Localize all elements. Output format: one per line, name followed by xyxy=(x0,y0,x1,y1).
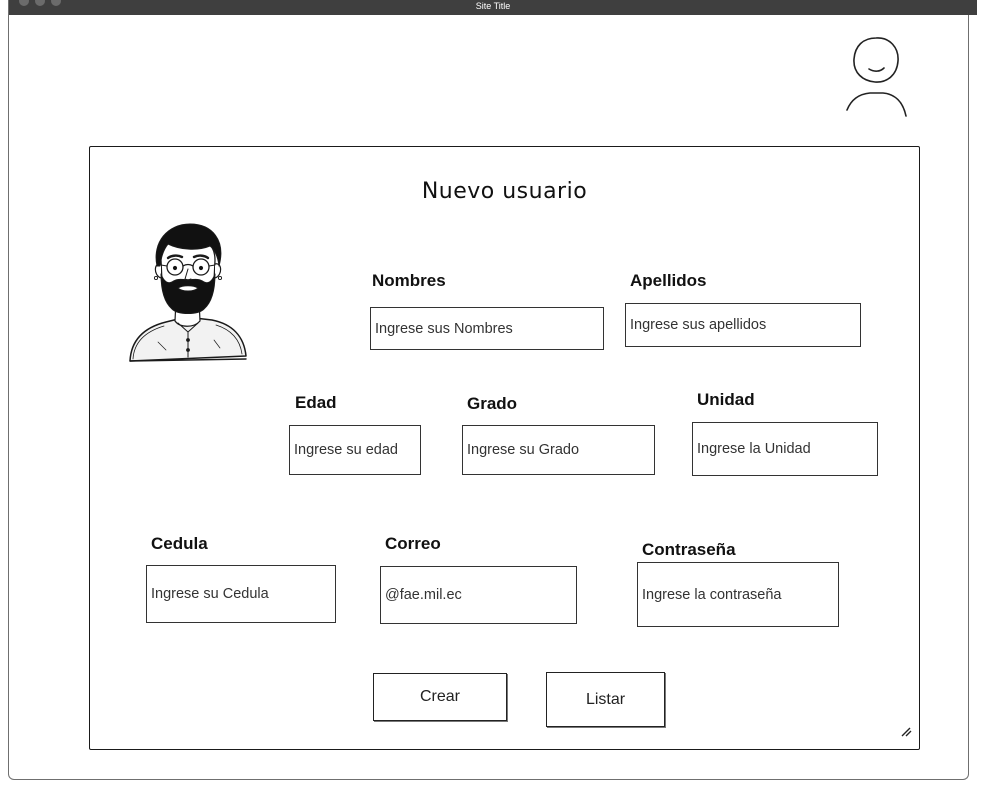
correo-input[interactable]: @fae.mil.ec xyxy=(380,566,577,624)
cedula-input[interactable]: Ingrese su Cedula xyxy=(146,565,336,623)
nombres-input[interactable]: Ingrese sus Nombres xyxy=(370,307,604,350)
form-title: Nuevo usuario xyxy=(421,179,588,204)
new-user-form-card: Nuevo usuario Nombres Ingrese sus Nombre… xyxy=(89,146,920,750)
browser-window: Site Title Nuevo usuario Nombres Ingrese… xyxy=(8,0,977,780)
apellidos-input[interactable]: Ingrese sus apellidos xyxy=(625,303,861,347)
window-title: Site Title xyxy=(475,1,511,11)
edad-input[interactable]: Ingrese su edad xyxy=(289,425,421,475)
unidad-input[interactable]: Ingrese la Unidad xyxy=(692,422,878,476)
bearded-man-avatar xyxy=(129,223,247,362)
correo-label: Correo xyxy=(385,534,441,553)
title-bar: Site Title xyxy=(9,0,977,15)
unidad-label: Unidad xyxy=(697,390,755,409)
listar-button[interactable]: Listar xyxy=(546,672,665,727)
nombres-label: Nombres xyxy=(372,271,446,290)
grado-input[interactable]: Ingrese su Grado xyxy=(462,425,655,475)
crear-button[interactable]: Crear xyxy=(373,673,507,721)
grado-label: Grado xyxy=(467,394,518,413)
contrasena-label: Contraseña xyxy=(642,540,736,559)
contrasena-input[interactable]: Ingrese la contraseña xyxy=(637,562,839,627)
resize-handle-icon[interactable] xyxy=(900,725,912,737)
cedula-label: Cedula xyxy=(151,534,208,553)
apellidos-label: Apellidos xyxy=(630,271,707,290)
user-profile-icon[interactable] xyxy=(843,34,909,122)
edad-label: Edad xyxy=(295,393,337,412)
